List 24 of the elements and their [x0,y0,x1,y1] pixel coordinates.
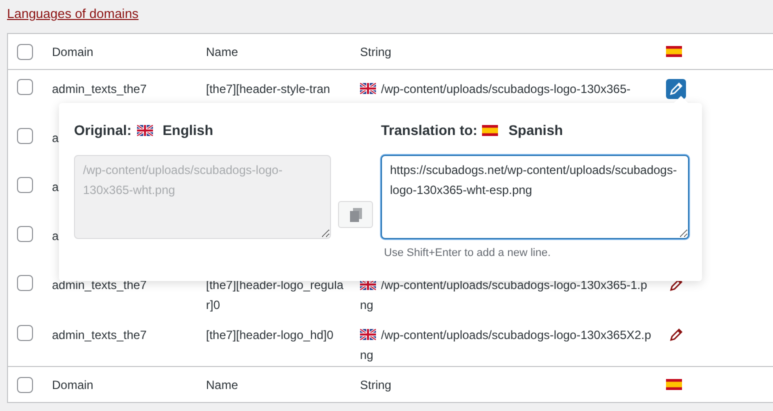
hint-text: Use Shift+Enter to add a new line. [384,247,552,259]
original-language: English [162,122,214,138]
column-header: Name [206,376,238,394]
original-label: Original: [74,122,132,138]
column-header: Domain [52,376,94,394]
domain-cell-text: admin_texts_the7 [52,327,147,344]
column-header: Domain [52,44,94,60]
domain-cell-text: a [52,228,59,245]
translation-language: Spanish [508,122,563,138]
domain-cell-text: a [52,130,59,147]
domain-cell-text: admin_texts_the7 [52,277,147,294]
column-header: String [360,44,392,60]
name-cell-text: [the7][header-logo_hd]0 [206,327,334,344]
translation-field[interactable]: https://scubadogs.net/wp-content/uploads/scubadogs-logo-130x365-wht-esp.png [381,155,689,239]
domain-cell-text: a [52,179,59,196]
string-cell: /wp-content/uploads/scubadogs-logo-130x365- [360,79,630,99]
translation-label: Translation to: [381,122,478,138]
string-cell-text: /wp-content/uploads/scubadogs-logo-130x365X2.png [360,327,652,364]
languages-link[interactable]: Languages of domains [7,6,139,21]
name-cell-text: [the7][header-style-tran [206,81,330,98]
name-cell-text: [the7][header-logo_regular]0 [206,277,344,314]
column-header: Name [206,44,238,60]
domain-cell-text: admin_texts_the7 [52,81,147,98]
column-header: String [360,376,392,394]
